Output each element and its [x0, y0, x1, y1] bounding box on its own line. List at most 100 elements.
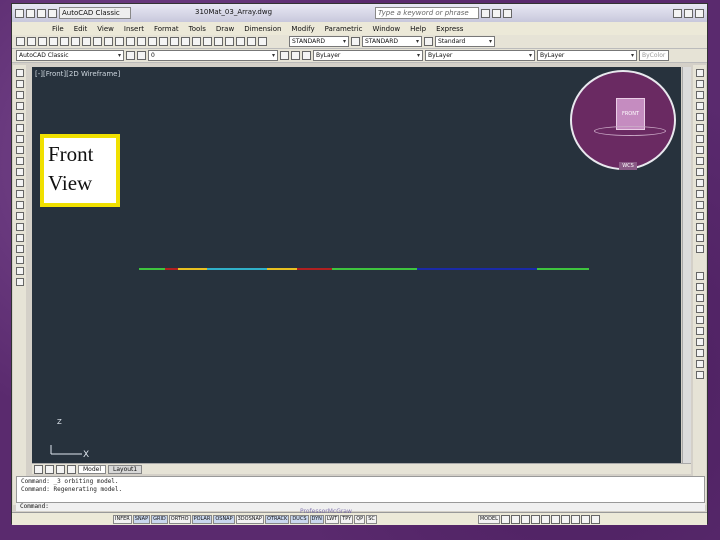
tool-palettes-icon[interactable]	[214, 37, 223, 46]
status-toggle-infer[interactable]: INFER	[113, 514, 132, 524]
status-toggle-lwt[interactable]: LWT	[324, 514, 340, 524]
multiline-text-icon[interactable]	[15, 267, 24, 275]
rectangle-icon[interactable]	[15, 113, 24, 121]
steeringwheel-icon[interactable]	[540, 514, 550, 524]
table-icon[interactable]	[15, 256, 24, 264]
status-toggle-dyn[interactable]: DYN	[309, 514, 324, 524]
arc-icon[interactable]	[15, 124, 24, 132]
maximize-icon[interactable]	[684, 8, 693, 18]
menu-format[interactable]: Format	[154, 25, 179, 33]
ucs-view-icon[interactable]	[695, 327, 704, 335]
markup-icon[interactable]	[236, 37, 245, 46]
prev-tab-icon[interactable]	[45, 464, 54, 474]
rotate-icon[interactable]	[695, 135, 704, 143]
menu-dimension[interactable]: Dimension	[244, 25, 281, 33]
make-current-icon[interactable]	[280, 51, 289, 60]
line-icon[interactable]	[15, 69, 24, 77]
lock-icon[interactable]	[580, 514, 590, 524]
status-toggle-osnap[interactable]: OSNAP	[213, 514, 235, 524]
ucs-previous-icon[interactable]	[695, 294, 704, 302]
zoom-window-icon[interactable]	[170, 37, 179, 46]
hatch-icon[interactable]	[15, 223, 24, 231]
circle-icon[interactable]	[15, 135, 24, 143]
status-toggle-otrack[interactable]: OTRACK	[264, 514, 290, 524]
workspace-switch-icon[interactable]	[570, 514, 580, 524]
status-toggle-ducs[interactable]: DUCS	[290, 514, 309, 524]
preview-icon[interactable]	[60, 37, 69, 46]
region-icon[interactable]	[15, 245, 24, 253]
publish-icon[interactable]	[71, 37, 80, 46]
menu-window[interactable]: Window	[373, 25, 401, 33]
ucs-3point-icon[interactable]	[695, 360, 704, 368]
command-input[interactable]: Command:	[16, 503, 705, 511]
menu-help[interactable]: Help	[410, 25, 426, 33]
add-selected-icon[interactable]	[15, 278, 24, 286]
ellipse-arc-icon[interactable]	[15, 179, 24, 187]
table-style-select[interactable]: Standard ▾	[435, 36, 495, 47]
qnew-icon[interactable]	[16, 37, 25, 46]
menu-insert[interactable]: Insert	[124, 25, 144, 33]
ucs-origin-icon[interactable]	[695, 338, 704, 346]
menu-parametric[interactable]: Parametric	[325, 25, 363, 33]
quick-view-drawings-icon[interactable]	[510, 514, 520, 524]
revision-cloud-icon[interactable]	[15, 146, 24, 154]
design-center-icon[interactable]	[203, 37, 212, 46]
viewcube[interactable]: FRONT WCS	[570, 70, 676, 170]
annotation-scale-icon[interactable]	[560, 514, 570, 524]
zoom-status-icon[interactable]	[530, 514, 540, 524]
undo-icon[interactable]	[126, 37, 135, 46]
zoom-previous-icon[interactable]	[181, 37, 190, 46]
layer-select[interactable]: 0 ▾	[148, 50, 278, 61]
status-toggle-qp[interactable]: QP	[354, 514, 366, 524]
wcs-menu[interactable]: WCS	[619, 162, 637, 170]
ucs-x-icon[interactable]	[695, 371, 704, 379]
clean-screen-icon[interactable]	[590, 514, 600, 524]
menu-draw[interactable]: Draw	[216, 25, 234, 33]
help-search-input[interactable]: Type a keyword or phrase	[375, 7, 479, 19]
offset-icon[interactable]	[695, 102, 704, 110]
menu-file[interactable]: File	[52, 25, 64, 33]
trim-icon[interactable]	[695, 168, 704, 176]
workspace-settings-icon[interactable]	[126, 51, 135, 60]
menu-view[interactable]: View	[97, 25, 114, 33]
minimize-icon[interactable]	[673, 8, 682, 18]
status-toggle-ortho[interactable]: ORTHO	[168, 514, 191, 524]
tab-layout1[interactable]: Layout1	[108, 464, 143, 474]
extend-icon[interactable]	[695, 179, 704, 187]
workspace-select[interactable]: AutoCAD Classic	[59, 7, 131, 19]
plot-icon[interactable]	[49, 37, 58, 46]
make-block-icon[interactable]	[15, 201, 24, 209]
status-toggle-snap[interactable]: SNAP	[132, 514, 151, 524]
ellipse-icon[interactable]	[15, 168, 24, 176]
first-tab-icon[interactable]	[34, 464, 43, 474]
quick-view-layouts-icon[interactable]	[500, 514, 510, 524]
mirror-icon[interactable]	[695, 91, 704, 99]
ucs-zaxis-icon[interactable]	[695, 349, 704, 357]
ucs-world-icon[interactable]	[695, 283, 704, 291]
calculator-icon[interactable]	[247, 37, 256, 46]
pan-icon[interactable]	[148, 37, 157, 46]
chamfer-icon[interactable]	[695, 223, 704, 231]
construction-line-icon[interactable]	[15, 80, 24, 88]
explode-icon[interactable]	[695, 245, 704, 253]
gradient-icon[interactable]	[15, 234, 24, 242]
break-icon[interactable]	[695, 201, 704, 209]
cut-icon[interactable]	[82, 37, 91, 46]
menu-tools[interactable]: Tools	[189, 25, 206, 33]
viewcube-compass-ring[interactable]	[594, 126, 666, 136]
polygon-icon[interactable]	[15, 102, 24, 110]
layer-manager-icon[interactable]	[137, 51, 146, 60]
status-toggle-grid[interactable]: GRID	[151, 514, 168, 524]
zoom-icon[interactable]	[159, 37, 168, 46]
properties-icon[interactable]	[192, 37, 201, 46]
match-properties-icon[interactable]	[115, 37, 124, 46]
dim-style-select[interactable]: STANDARD ▾	[362, 36, 422, 47]
new-icon[interactable]	[26, 8, 35, 18]
vertical-scrollbar[interactable]	[682, 67, 691, 463]
status-toggle-tpy[interactable]: TPY	[340, 514, 354, 524]
polyline-icon[interactable]	[15, 91, 24, 99]
spline-icon[interactable]	[15, 157, 24, 165]
next-tab-icon[interactable]	[56, 464, 65, 474]
menu-edit[interactable]: Edit	[74, 25, 88, 33]
status-toggle-polar[interactable]: POLAR	[191, 514, 213, 524]
